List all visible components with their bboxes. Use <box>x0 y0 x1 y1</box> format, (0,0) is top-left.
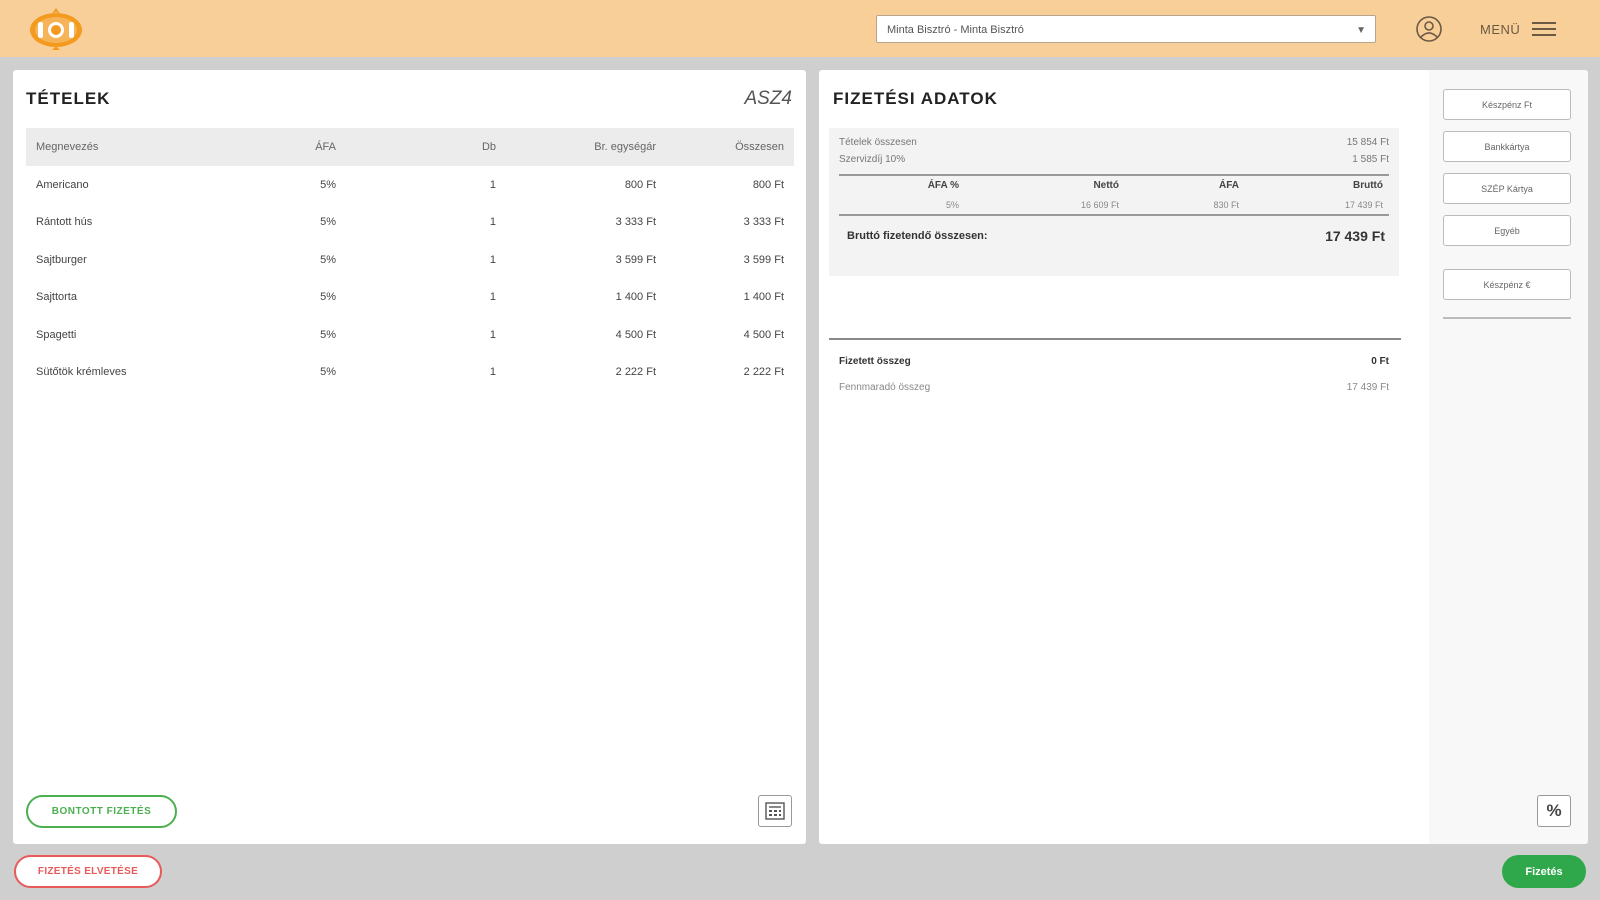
table-row: 5% 16 609 Ft 830 Ft 17 439 Ft <box>839 195 1389 214</box>
item-unit-price: 800 Ft <box>624 178 656 191</box>
vat-net-header: Nettó <box>1093 180 1119 191</box>
vat-rate-header: ÁFA % <box>927 180 959 191</box>
venue-select[interactable]: Minta Bisztró - Minta Bisztró ▼ <box>876 15 1376 43</box>
service-fee-value: 1 585 Ft <box>1352 154 1389 165</box>
item-vat: 5% <box>320 291 336 304</box>
item-unit-price: 1 400 Ft <box>615 291 656 304</box>
item-total: 3 333 Ft <box>743 216 784 229</box>
menu-label: MENÜ <box>1480 21 1521 37</box>
items-table-header: Megnevezés ÁFA Db Br. egységár Összesen <box>26 128 794 166</box>
paid-value: 0 Ft <box>1371 356 1389 367</box>
item-qty: 1 <box>489 178 496 191</box>
gross-payable-line: Bruttó fizetendő összesen: 17 439 Ft <box>829 216 1399 256</box>
item-qty: 1 <box>489 366 496 379</box>
item-qty: 1 <box>489 253 496 266</box>
col-name-header: Megnevezés <box>36 141 99 153</box>
col-vat-header: ÁFA <box>315 141 336 153</box>
paid-label: Fizetett összeg <box>839 356 911 367</box>
bank-card-button[interactable]: Bankkártya <box>1443 131 1571 162</box>
payment-title: FIZETÉSI ADATOK <box>833 89 998 108</box>
item-vat: 5% <box>320 366 336 379</box>
vat-table-header: ÁFA % Nettó ÁFA Bruttó <box>839 176 1389 195</box>
item-vat: 5% <box>320 328 336 341</box>
discard-payment-button[interactable]: FIZETÉS ELVETÉSE <box>14 855 162 888</box>
item-qty: 1 <box>489 216 496 229</box>
remaining-label: Fennmaradó összeg <box>839 382 931 393</box>
item-total: 800 Ft <box>752 178 784 191</box>
item-qty: 1 <box>489 291 496 304</box>
other-payment-button[interactable]: Egyéb <box>1443 215 1571 246</box>
table-row[interactable]: Spagetti 5% 1 4 500 Ft 4 500 Ft <box>26 316 794 354</box>
table-row[interactable]: Sütőtök krémleves 5% 1 2 222 Ft 2 222 Ft <box>26 354 794 392</box>
percent-icon: % <box>1546 801 1562 820</box>
logo-icon[interactable] <box>26 6 86 50</box>
item-name: Americano <box>36 178 89 191</box>
vat-amount: 830 Ft <box>1213 199 1239 210</box>
items-table: Megnevezés ÁFA Db Br. egységár Összesen … <box>26 128 794 391</box>
item-name: Sajttorta <box>36 291 77 304</box>
gross-payable-label: Bruttó fizetendő összesen: <box>847 230 988 242</box>
vat-gross-header: Bruttó <box>1353 180 1383 191</box>
service-fee-line: Szervizdíj 10% 1 585 Ft <box>829 151 1399 168</box>
col-unit-price-header: Br. egységár <box>594 141 656 153</box>
menu-button[interactable]: MENÜ <box>1480 16 1580 42</box>
item-total: 4 500 Ft <box>743 328 784 341</box>
item-name: Sütőtök krémleves <box>36 366 127 379</box>
item-vat: 5% <box>320 178 336 191</box>
item-total: 1 400 Ft <box>743 291 784 304</box>
table-row[interactable]: Americano 5% 1 800 Ft 800 Ft <box>26 166 794 204</box>
cash-huf-button[interactable]: Készpénz Ft <box>1443 89 1571 120</box>
table-row[interactable]: Sajtburger 5% 1 3 599 Ft 3 599 Ft <box>26 241 794 279</box>
items-panel: TÉTELEK ASZ4 Megnevezés ÁFA Db Br. egysé… <box>13 70 806 844</box>
payment-summary: Tételek összesen 15 854 Ft Szervizdíj 10… <box>829 128 1399 276</box>
items-title: TÉTELEK <box>26 89 111 108</box>
item-total: 2 222 Ft <box>743 366 784 379</box>
gross-payable-value: 17 439 Ft <box>1325 228 1385 244</box>
payment-panel: FIZETÉSI ADATOK Tételek összesen 15 854 … <box>819 70 1588 844</box>
vat-amount-header: ÁFA <box>1219 180 1239 191</box>
item-name: Sajtburger <box>36 253 87 266</box>
user-icon[interactable] <box>1415 15 1443 43</box>
top-bar: Minta Bisztró - Minta Bisztró ▼ MENÜ <box>0 0 1600 57</box>
item-unit-price: 2 222 Ft <box>615 366 656 379</box>
split-payment-button[interactable]: BONTOTT FIZETÉS <box>26 795 177 828</box>
szep-card-button[interactable]: SZÉP Kártya <box>1443 173 1571 204</box>
vat-gross: 17 439 Ft <box>1344 199 1383 210</box>
divider <box>829 338 1401 340</box>
item-unit-price: 4 500 Ft <box>615 328 656 341</box>
remaining-amount-line: Fennmaradó összeg 17 439 Ft <box>839 382 1389 393</box>
pay-button[interactable]: Fizetés <box>1502 855 1586 888</box>
item-vat: 5% <box>320 216 336 229</box>
vat-rate: 5% <box>945 199 959 210</box>
venue-select-value: Minta Bisztró - Minta Bisztró <box>887 24 1024 36</box>
hamburger-icon <box>1532 22 1557 36</box>
item-qty: 1 <box>489 328 496 341</box>
vat-table: ÁFA % Nettó ÁFA Bruttó 5% 16 609 Ft 830 … <box>839 174 1389 216</box>
item-vat: 5% <box>320 253 336 266</box>
table-row[interactable]: Rántott hús 5% 1 3 333 Ft 3 333 Ft <box>26 204 794 242</box>
item-name: Rántott hús <box>36 216 93 229</box>
calculator-icon <box>765 802 785 820</box>
item-unit-price: 3 599 Ft <box>615 253 656 266</box>
service-fee-label: Szervizdíj 10% <box>839 154 906 165</box>
cash-eur-button[interactable]: Készpénz € <box>1443 269 1571 300</box>
items-total-value: 15 854 Ft <box>1346 137 1389 148</box>
items-total-label: Tételek összesen <box>839 137 917 148</box>
paid-amount-line: Fizetett összeg 0 Ft <box>839 356 1389 367</box>
chevron-down-icon: ▼ <box>1356 25 1366 36</box>
col-total-header: Összesen <box>735 141 784 153</box>
vat-net: 16 609 Ft <box>1080 199 1119 210</box>
item-unit-price: 3 333 Ft <box>615 216 656 229</box>
discount-button[interactable]: % <box>1537 795 1571 827</box>
item-total: 3 599 Ft <box>743 253 784 266</box>
remaining-value: 17 439 Ft <box>1346 382 1389 393</box>
table-code: ASZ4 <box>744 88 792 109</box>
payment-methods-column: Készpénz Ft Bankkártya SZÉP Kártya Egyéb… <box>1429 70 1588 844</box>
item-name: Spagetti <box>36 328 77 341</box>
col-qty-header: Db <box>481 141 496 153</box>
table-row[interactable]: Sajttorta 5% 1 1 400 Ft 1 400 Ft <box>26 279 794 317</box>
items-total-line: Tételek összesen 15 854 Ft <box>829 134 1399 151</box>
calculator-button[interactable] <box>758 795 792 827</box>
divider <box>1443 317 1571 319</box>
